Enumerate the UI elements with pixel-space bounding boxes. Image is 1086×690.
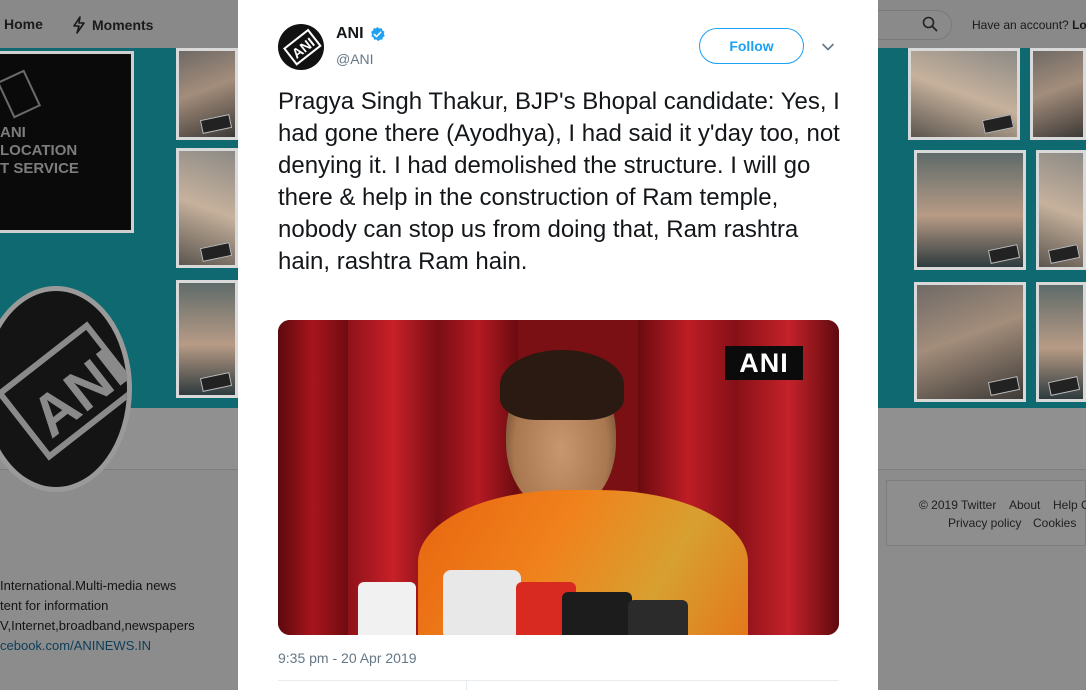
tweet-author-handle[interactable]: @ANI bbox=[336, 51, 374, 67]
tweet-media-image[interactable]: ANI bbox=[278, 320, 839, 635]
footer-help-link[interactable]: Help C bbox=[1053, 498, 1086, 512]
have-account-text: Have an account? bbox=[972, 18, 1069, 32]
svg-text:ANI: ANI bbox=[19, 337, 132, 450]
location-card-line: ANI bbox=[0, 124, 26, 141]
ani-badge-icon bbox=[199, 242, 233, 262]
nav-moments-label: Moments bbox=[92, 17, 154, 33]
ani-badge-icon bbox=[1047, 376, 1081, 396]
ani-badge-icon bbox=[199, 372, 233, 392]
tweet-timestamp[interactable]: 9:35 pm - 20 Apr 2019 bbox=[278, 650, 417, 666]
bio-line: International.Multi-media news bbox=[0, 578, 177, 593]
footer-cookies-link[interactable]: Cookies bbox=[1033, 516, 1076, 530]
divider bbox=[466, 680, 467, 690]
banner-photo bbox=[1036, 150, 1086, 270]
follow-button[interactable]: Follow bbox=[699, 28, 804, 64]
footer-privacy-link[interactable]: Privacy policy bbox=[948, 516, 1021, 530]
ani-watermark: ANI bbox=[725, 346, 803, 380]
curtain-fold bbox=[278, 320, 348, 635]
banner-photo bbox=[176, 148, 238, 268]
ani-logo-icon: ANI bbox=[283, 28, 322, 66]
login-prompt[interactable]: Have an account? Lo bbox=[972, 18, 1086, 32]
ani-badge-icon bbox=[1047, 244, 1081, 264]
banner-right-collage bbox=[878, 48, 1086, 408]
search-icon[interactable] bbox=[922, 16, 938, 32]
banner-photo bbox=[1030, 48, 1086, 140]
verified-badge-icon bbox=[370, 26, 385, 41]
microphone bbox=[628, 600, 688, 635]
tweet-modal: ANI ANI @ANI Follow Pragya Singh Thakur,… bbox=[238, 0, 878, 690]
ani-logo-icon bbox=[0, 69, 42, 119]
banner-photo bbox=[908, 48, 1020, 140]
nav-moments-link[interactable]: Moments bbox=[72, 16, 153, 34]
ani-badge-icon bbox=[199, 114, 233, 134]
banner-photo bbox=[914, 150, 1026, 270]
speaker-hair bbox=[500, 350, 624, 420]
microphone bbox=[562, 592, 632, 635]
chevron-down-icon[interactable] bbox=[821, 40, 835, 54]
bio-line: V,Internet,broadband,newspapers bbox=[0, 618, 195, 633]
bio-website-link[interactable]: cebook.com/ANINEWS.IN bbox=[0, 636, 195, 656]
location-card-line: LOCATION bbox=[0, 142, 78, 159]
footer-links: © 2019 Twitter About Help C Privacy poli… bbox=[886, 480, 1086, 546]
lightning-icon bbox=[73, 16, 85, 34]
profile-bio: International.Multi-media news tent for … bbox=[0, 576, 195, 656]
tweet-author-avatar[interactable]: ANI bbox=[278, 24, 324, 70]
ani-badge-icon bbox=[981, 114, 1015, 134]
ani-badge-icon bbox=[987, 244, 1021, 264]
nav-home-label: Home bbox=[4, 16, 43, 32]
tweet-text: Pragya Singh Thakur, BJP's Bhopal candid… bbox=[278, 88, 840, 275]
banner-photo bbox=[1036, 282, 1086, 402]
author-name-text: ANI bbox=[336, 25, 364, 42]
banner-photo bbox=[914, 282, 1026, 402]
location-service-card: ANI LOCATION T SERVICE bbox=[0, 51, 134, 233]
footer-about-link[interactable]: About bbox=[1009, 498, 1040, 512]
svg-text:ANI: ANI bbox=[289, 34, 318, 61]
banner-photo bbox=[176, 48, 238, 140]
location-card-line: T SERVICE bbox=[0, 160, 79, 177]
search-input[interactable] bbox=[872, 10, 952, 40]
microphone bbox=[358, 582, 416, 635]
login-link[interactable]: Lo bbox=[1072, 18, 1086, 32]
divider bbox=[278, 680, 839, 681]
microphone bbox=[443, 570, 521, 635]
bio-line: tent for information bbox=[0, 598, 109, 613]
banner-photo bbox=[176, 280, 238, 398]
tweet-author-name[interactable]: ANI bbox=[336, 25, 386, 43]
ani-badge-icon bbox=[987, 376, 1021, 396]
footer-copyright: © 2019 Twitter bbox=[919, 498, 997, 512]
nav-home-link[interactable]: Home bbox=[4, 16, 43, 32]
